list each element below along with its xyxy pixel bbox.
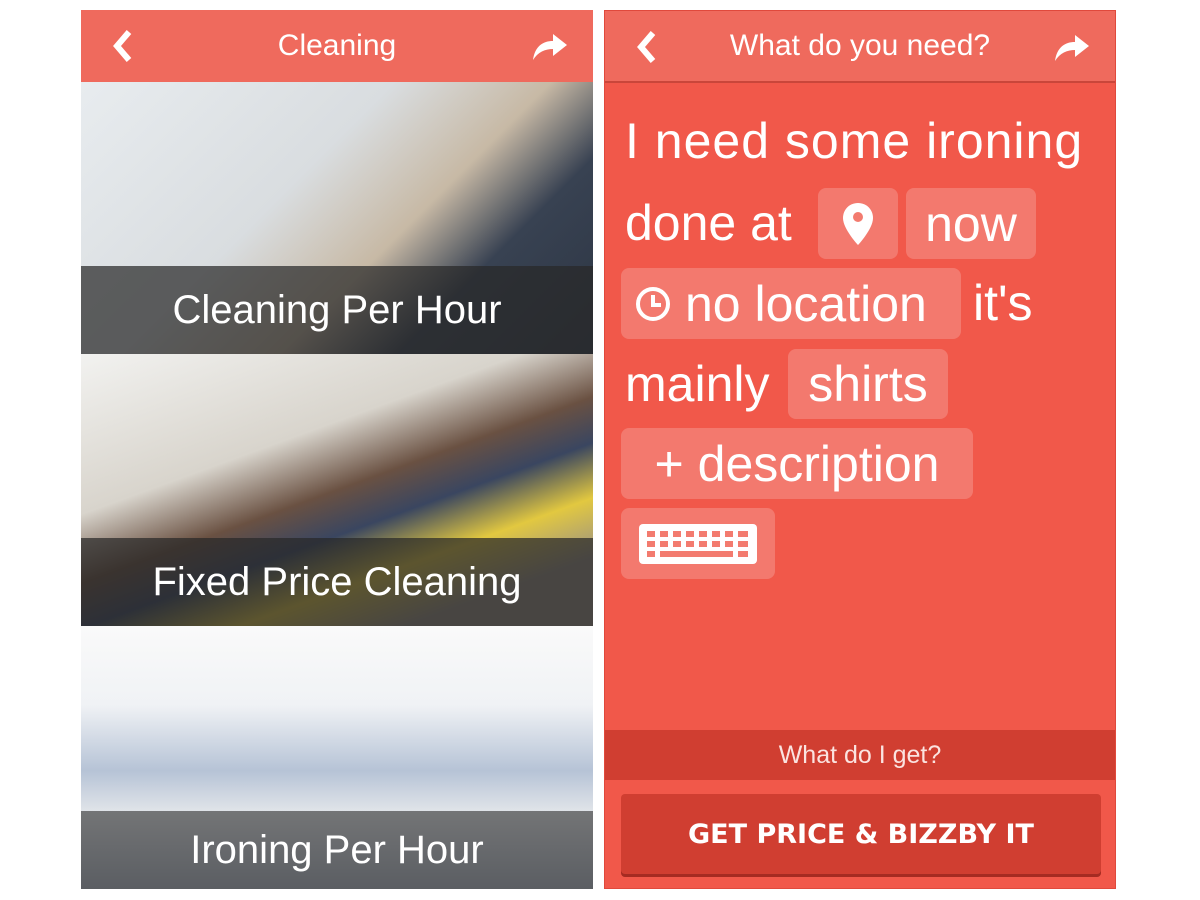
category-label: Cleaning Per Hour xyxy=(81,266,593,354)
sentence-text: mainly xyxy=(625,356,770,412)
category-label: Fixed Price Cleaning xyxy=(81,538,593,626)
location-chip[interactable] xyxy=(818,188,898,259)
header: What do you need? xyxy=(605,11,1115,83)
location-select-chip[interactable]: no location xyxy=(621,268,961,339)
keyboard-icon xyxy=(639,523,757,564)
chevron-left-icon[interactable] xyxy=(629,27,669,67)
share-arrow-icon[interactable] xyxy=(1051,27,1091,67)
time-chip[interactable]: now xyxy=(906,188,1036,259)
items-chip[interactable]: shirts xyxy=(788,349,948,419)
keyboard-chip[interactable] xyxy=(621,508,775,579)
what-do-i-get-link[interactable]: What do I get? xyxy=(605,730,1115,780)
get-price-button[interactable]: GET PRICE & BIZZBY IT xyxy=(621,794,1101,874)
chevron-left-icon[interactable] xyxy=(105,26,145,66)
share-arrow-icon[interactable] xyxy=(529,26,569,66)
chip-label: no location xyxy=(685,275,927,332)
sentence-text: I need some ironing xyxy=(625,113,1084,169)
header: Cleaning xyxy=(81,10,593,82)
category-label: Ironing Per Hour xyxy=(81,811,593,889)
category-fixed-price-cleaning[interactable]: Fixed Price Cleaning xyxy=(81,354,593,626)
description-chip[interactable]: + description xyxy=(621,428,973,499)
page-title: Cleaning xyxy=(277,29,397,62)
cleaning-screen: Cleaning Cleaning Per Hour Fixed Price C… xyxy=(81,10,593,889)
sentence-text: it's xyxy=(973,275,1033,331)
what-do-you-need-screen: What do you need? I need some ironing do… xyxy=(604,10,1116,889)
sentence-text: done at xyxy=(625,195,792,251)
category-ironing-per-hour[interactable]: Ironing Per Hour xyxy=(81,626,593,889)
map-pin-icon xyxy=(843,202,873,245)
clock-icon xyxy=(636,286,670,321)
page-title: What do you need? xyxy=(729,29,991,62)
category-cleaning-per-hour[interactable]: Cleaning Per Hour xyxy=(81,82,593,354)
